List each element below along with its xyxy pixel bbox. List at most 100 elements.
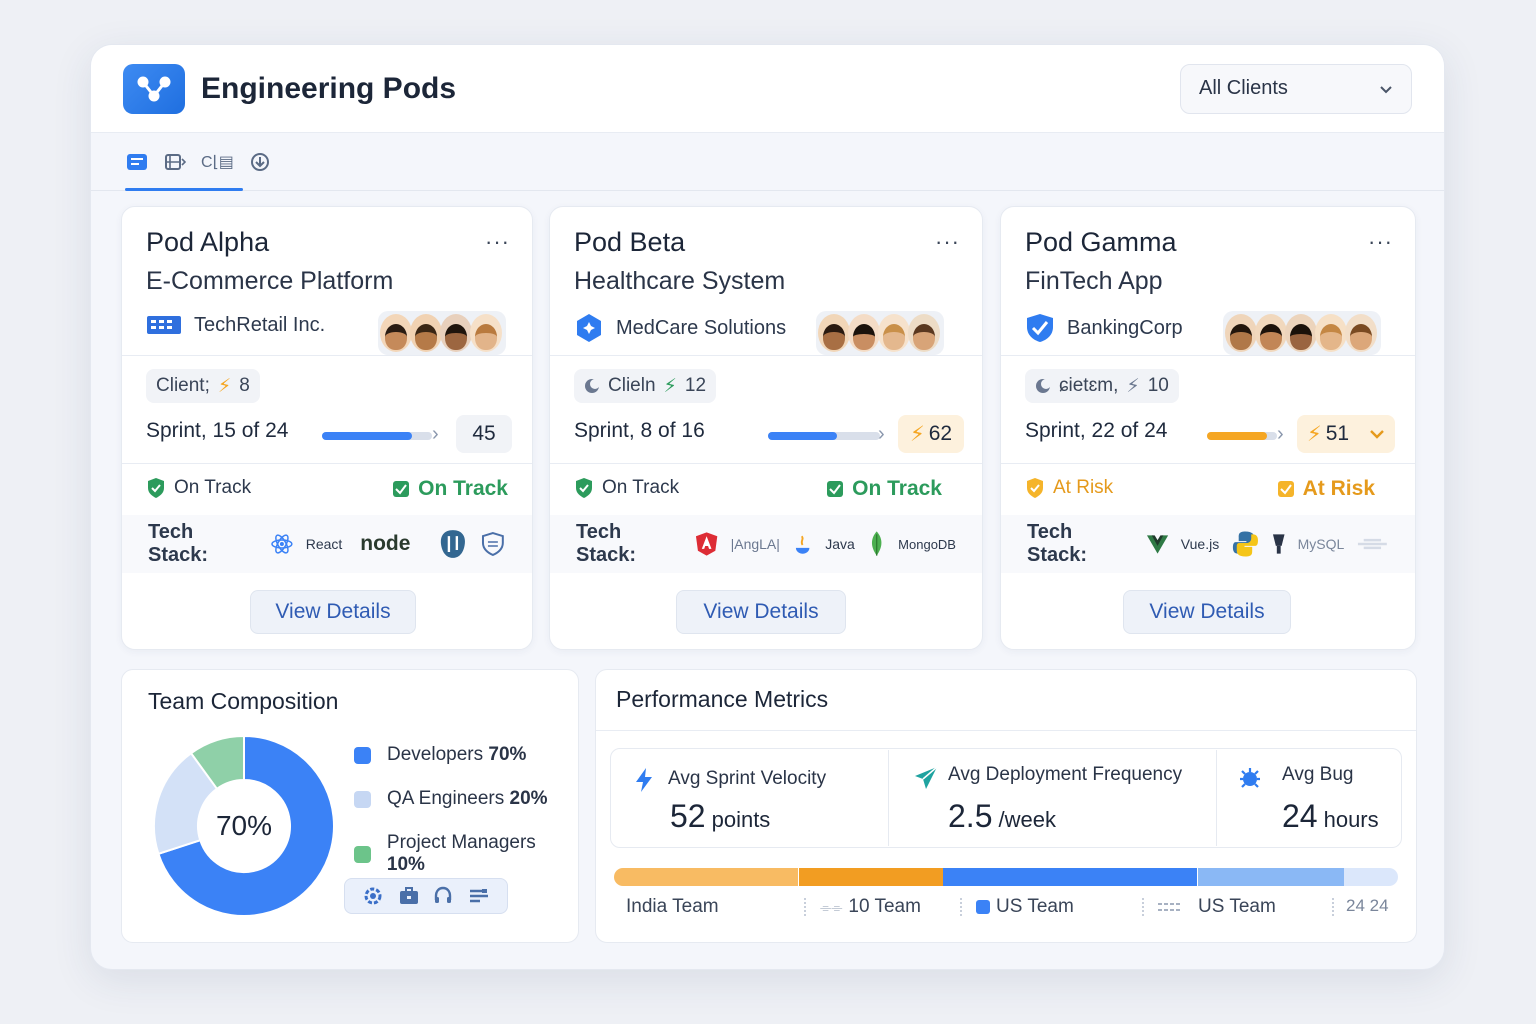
avatar [1225,314,1257,352]
security-shield-icon [482,532,505,556]
view-details-button[interactable]: View Details [1123,590,1291,634]
pill-value: 12 [684,375,707,396]
avatar [410,314,442,352]
bolt-icon: ⚡ [1126,375,1140,397]
list-view-icon[interactable] [125,150,149,174]
database-icon [1273,534,1285,554]
pod-client: MedCare Solutions [574,313,786,343]
bolt-icon [636,768,652,792]
medical-badge-icon [577,314,601,342]
mongodb-icon [871,531,882,556]
toolbar-label[interactable]: C⌊▤ [201,152,234,172]
pod-name: Pod Gamma [1025,227,1177,257]
client-name: MedCare Solutions [616,316,787,339]
people-icon: ⌯⌯ [820,898,843,915]
arrow-right-icon: › [432,423,439,445]
metric-bug: Avg Bug 24 hours [1216,748,1402,848]
team-label: India Team [626,896,719,917]
legend-swatch [976,900,990,914]
team-avatars[interactable] [816,311,944,355]
avatar [470,314,502,352]
pill-value: 10 [1147,375,1169,396]
team-label: US Team [1156,896,1276,918]
sprint-progress-bar [768,432,880,440]
pod-project: Healthcare System [574,267,786,295]
bug-icon [1240,768,1260,788]
status-badge: On Track [826,477,942,501]
rocket-icon [915,766,938,789]
status-label: On Track [574,477,679,499]
board-view-icon[interactable] [163,150,187,174]
moon-icon [585,379,600,393]
arrow-right-icon: › [1277,423,1284,445]
pod-card-gamma: Pod Gamma FinTech App ··· BankingCorp ɕi… [1000,206,1416,650]
velocity-badge: ⚡ 62 [898,415,964,453]
pod-client: TechRetail Inc. [146,313,325,337]
more-options-icon[interactable]: ··· [935,229,960,255]
app-header: Engineering Pods All Clients [91,45,1444,133]
tech-stack: Tech Stack: React node [122,515,532,573]
moon-icon [1036,379,1051,393]
avatar [440,314,472,352]
team-label: ⌯⌯ 10 Team [820,896,921,917]
bolt-icon: ⚡ [909,422,925,446]
metric-deployment: Avg Deployment Frequency 2.5/week [892,748,1212,848]
download-icon[interactable] [248,150,272,174]
status-badge: On Track [392,477,508,501]
avatar [908,314,940,352]
legend-swatch [354,845,371,863]
vue-icon [1146,535,1168,554]
bolt-icon: ⚡ [217,375,232,397]
building-icon [147,316,181,334]
active-tab-indicator [125,188,243,191]
client-filter-select[interactable]: All Clients [1180,63,1412,114]
client-filter-value: All Clients [1199,77,1288,99]
tech-stack: Tech Stack: Vue.js MySQL [1001,515,1415,573]
python-icon [1233,531,1259,557]
legend-item: QA Engineers 20% [354,788,548,810]
postgres-icon [441,530,466,558]
shield-check-icon [148,478,164,498]
view-details-button[interactable]: View Details [676,590,846,634]
pill-label: Client; [156,375,210,396]
client-count-pill: Clieln ⚡ 12 [574,369,717,403]
app-title: Engineering Pods [201,71,457,105]
status-label: On Track [146,477,251,499]
briefcase-icon[interactable] [399,887,419,905]
filter-icon[interactable] [468,887,490,905]
client-count-pill: Client; ⚡ 8 [146,369,260,403]
more-options-icon[interactable]: ··· [485,229,510,255]
arrow-right-icon: › [878,423,885,445]
pod-name: Pod Alpha [146,227,270,257]
panel-title: Performance Metrics [616,686,829,712]
more-options-icon[interactable]: ··· [1368,229,1393,255]
java-icon [795,535,810,554]
client-count-pill: ɕietɛm, ⚡ 10 [1025,369,1179,403]
view-details-button[interactable]: View Details [250,590,416,634]
sliders-icon [1158,903,1182,911]
avatar [878,314,910,352]
avatar [818,314,850,352]
legend-swatch [354,746,371,764]
metric-velocity: Avg Sprint Velocity 52 points [610,748,890,848]
pill-value: 8 [239,375,250,396]
chevron-down-icon [1380,85,1392,93]
team-bar-segment [614,868,798,886]
performance-metrics-panel: Performance Metrics Avg Sprint Velocity … [595,669,1417,943]
headset-icon[interactable] [433,886,453,906]
avatar [1285,314,1317,352]
link-icon [1358,538,1388,550]
sprint-progress-label: Sprint, 15 of 24 [146,419,289,442]
avatar [380,314,412,352]
checkbox-icon [1277,481,1294,497]
app-window: Engineering Pods All Clients C⌊▤ Pod Alp… [90,44,1445,970]
expand-chevron-icon[interactable] [1359,415,1395,453]
team-avatars[interactable] [378,311,506,355]
react-icon [271,534,293,554]
shield-check-icon [576,478,592,498]
node-logo: node [360,532,411,555]
angular-icon [696,532,718,556]
team-avatars[interactable] [1223,311,1381,355]
settings-icon[interactable] [362,885,384,907]
shield-check-icon [1027,478,1043,498]
